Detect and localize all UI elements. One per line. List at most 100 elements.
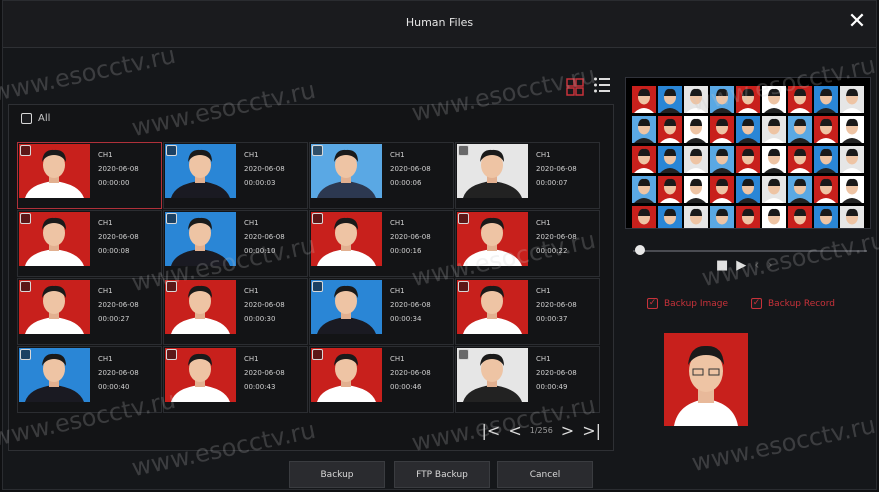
file-tile[interactable]: CH1 2020-06-08 00:00:10: [163, 210, 308, 277]
mosaic-face: [788, 206, 812, 228]
file-tile[interactable]: CH1 2020-06-08 00:00:49: [455, 346, 600, 413]
mosaic-face: [710, 146, 734, 173]
file-time: 00:00:07: [536, 179, 568, 187]
file-time: 00:00:22: [536, 247, 568, 255]
backup-image-option[interactable]: ✓ Backup Image: [647, 298, 728, 309]
mosaic-face: [814, 146, 838, 173]
file-time: 00:00:27: [98, 315, 130, 323]
file-channel: CH1: [244, 287, 259, 295]
mosaic-face: [658, 176, 682, 203]
file-checkbox[interactable]: [20, 213, 31, 224]
file-date: 2020-06-08: [98, 369, 139, 377]
file-date: 2020-06-08: [244, 233, 285, 241]
file-channel: CH1: [536, 355, 551, 363]
file-checkbox[interactable]: [166, 349, 177, 360]
mosaic-face: [814, 206, 838, 228]
mosaic-face: [710, 206, 734, 228]
backup-record-checkbox[interactable]: ✓: [751, 298, 762, 309]
file-tile[interactable]: CH1 2020-06-08 00:00:37: [455, 278, 600, 345]
file-tile[interactable]: CH1 2020-06-08 00:00:03: [163, 142, 308, 209]
mosaic-face: [814, 116, 838, 143]
file-tile[interactable]: CH1 2020-06-08 00:00:43: [163, 346, 308, 413]
prev-frame-icon[interactable]: ‹: [754, 258, 759, 273]
mosaic-face: [736, 176, 760, 203]
file-channel: CH1: [98, 151, 113, 159]
stop-icon[interactable]: ■: [716, 258, 728, 273]
select-all[interactable]: All: [21, 113, 50, 124]
file-tile[interactable]: CH1 2020-06-08 00:00:16: [309, 210, 454, 277]
face-mosaic-image: [632, 86, 864, 228]
ftp-backup-button[interactable]: FTP Backup: [394, 461, 490, 488]
file-checkbox[interactable]: [20, 349, 31, 360]
backup-image-checkbox[interactable]: ✓: [647, 298, 658, 309]
file-date: 2020-06-08: [536, 301, 577, 309]
file-checkbox[interactable]: [166, 213, 177, 224]
mosaic-face: [814, 86, 838, 113]
mosaic-face: [684, 176, 708, 203]
prev-page-icon[interactable]: <: [508, 421, 521, 440]
playback-progress-handle[interactable]: [635, 245, 645, 255]
file-tile[interactable]: CH1 2020-06-08 00:00:27: [17, 278, 162, 345]
mosaic-face: [736, 146, 760, 173]
backup-record-option[interactable]: ✓ Backup Record: [751, 298, 835, 309]
mosaic-face: [736, 206, 760, 228]
file-tile[interactable]: CH1 2020-06-08 00:00:06: [309, 142, 454, 209]
mosaic-face: [762, 86, 786, 113]
file-checkbox[interactable]: [312, 213, 323, 224]
cancel-button[interactable]: Cancel: [497, 461, 593, 488]
file-checkbox[interactable]: [166, 145, 177, 156]
play-icon[interactable]: ▶: [736, 258, 746, 273]
backup-button[interactable]: Backup: [289, 461, 385, 488]
file-time: 00:00:43: [244, 383, 276, 391]
mosaic-face: [736, 86, 760, 113]
file-channel: CH1: [98, 219, 113, 227]
mosaic-face: [762, 116, 786, 143]
grid-view-icon[interactable]: [566, 78, 584, 96]
list-view-icon[interactable]: [593, 76, 611, 94]
select-all-checkbox[interactable]: [21, 113, 32, 124]
file-time: 00:00:10: [244, 247, 276, 255]
file-tile[interactable]: CH1 2020-06-08 00:00:22: [455, 210, 600, 277]
file-checkbox[interactable]: [312, 145, 323, 156]
select-all-label: All: [38, 113, 51, 124]
mosaic-face: [788, 86, 812, 113]
file-checkbox[interactable]: [458, 349, 469, 360]
file-checkbox[interactable]: [458, 145, 469, 156]
mosaic-face: [632, 116, 656, 143]
file-date: 2020-06-08: [244, 369, 285, 377]
file-checkbox[interactable]: [20, 145, 31, 156]
mosaic-face: [840, 116, 864, 143]
next-page-icon[interactable]: >: [561, 421, 574, 440]
file-checkbox[interactable]: [20, 281, 31, 292]
pagination: |< < 1/256 > >|: [482, 421, 601, 440]
file-tile[interactable]: CH1 2020-06-08 00:00:07: [455, 142, 600, 209]
file-tile[interactable]: CH1 2020-06-08 00:00:08: [17, 210, 162, 277]
playback-progress-track[interactable]: [633, 250, 867, 252]
file-channel: CH1: [536, 219, 551, 227]
file-tile[interactable]: CH1 2020-06-08 00:00:30: [163, 278, 308, 345]
file-channel: CH1: [390, 355, 405, 363]
last-page-icon[interactable]: >|: [582, 421, 601, 440]
mosaic-face: [840, 86, 864, 113]
first-page-icon[interactable]: |<: [482, 421, 501, 440]
file-channel: CH1: [536, 287, 551, 295]
file-checkbox[interactable]: [458, 281, 469, 292]
file-date: 2020-06-08: [98, 301, 139, 309]
file-checkbox[interactable]: [166, 281, 177, 292]
file-tile[interactable]: CH1 2020-06-08 00:00:40: [17, 346, 162, 413]
file-checkbox[interactable]: [458, 213, 469, 224]
mosaic-face: [840, 176, 864, 203]
file-time: 00:00:34: [390, 315, 422, 323]
mosaic-face: [658, 146, 682, 173]
file-checkbox[interactable]: [312, 349, 323, 360]
file-tile[interactable]: CH1 2020-06-08 00:00:46: [309, 346, 454, 413]
file-checkbox[interactable]: [312, 281, 323, 292]
mosaic-face: [632, 206, 656, 228]
next-frame-icon[interactable]: ›: [768, 258, 773, 273]
file-tile[interactable]: CH1 2020-06-08 00:00:00: [17, 142, 162, 209]
close-icon[interactable]: ✕: [846, 11, 868, 33]
mosaic-face: [632, 86, 656, 113]
file-date: 2020-06-08: [536, 165, 577, 173]
file-date: 2020-06-08: [390, 369, 431, 377]
file-tile[interactable]: CH1 2020-06-08 00:00:34: [309, 278, 454, 345]
